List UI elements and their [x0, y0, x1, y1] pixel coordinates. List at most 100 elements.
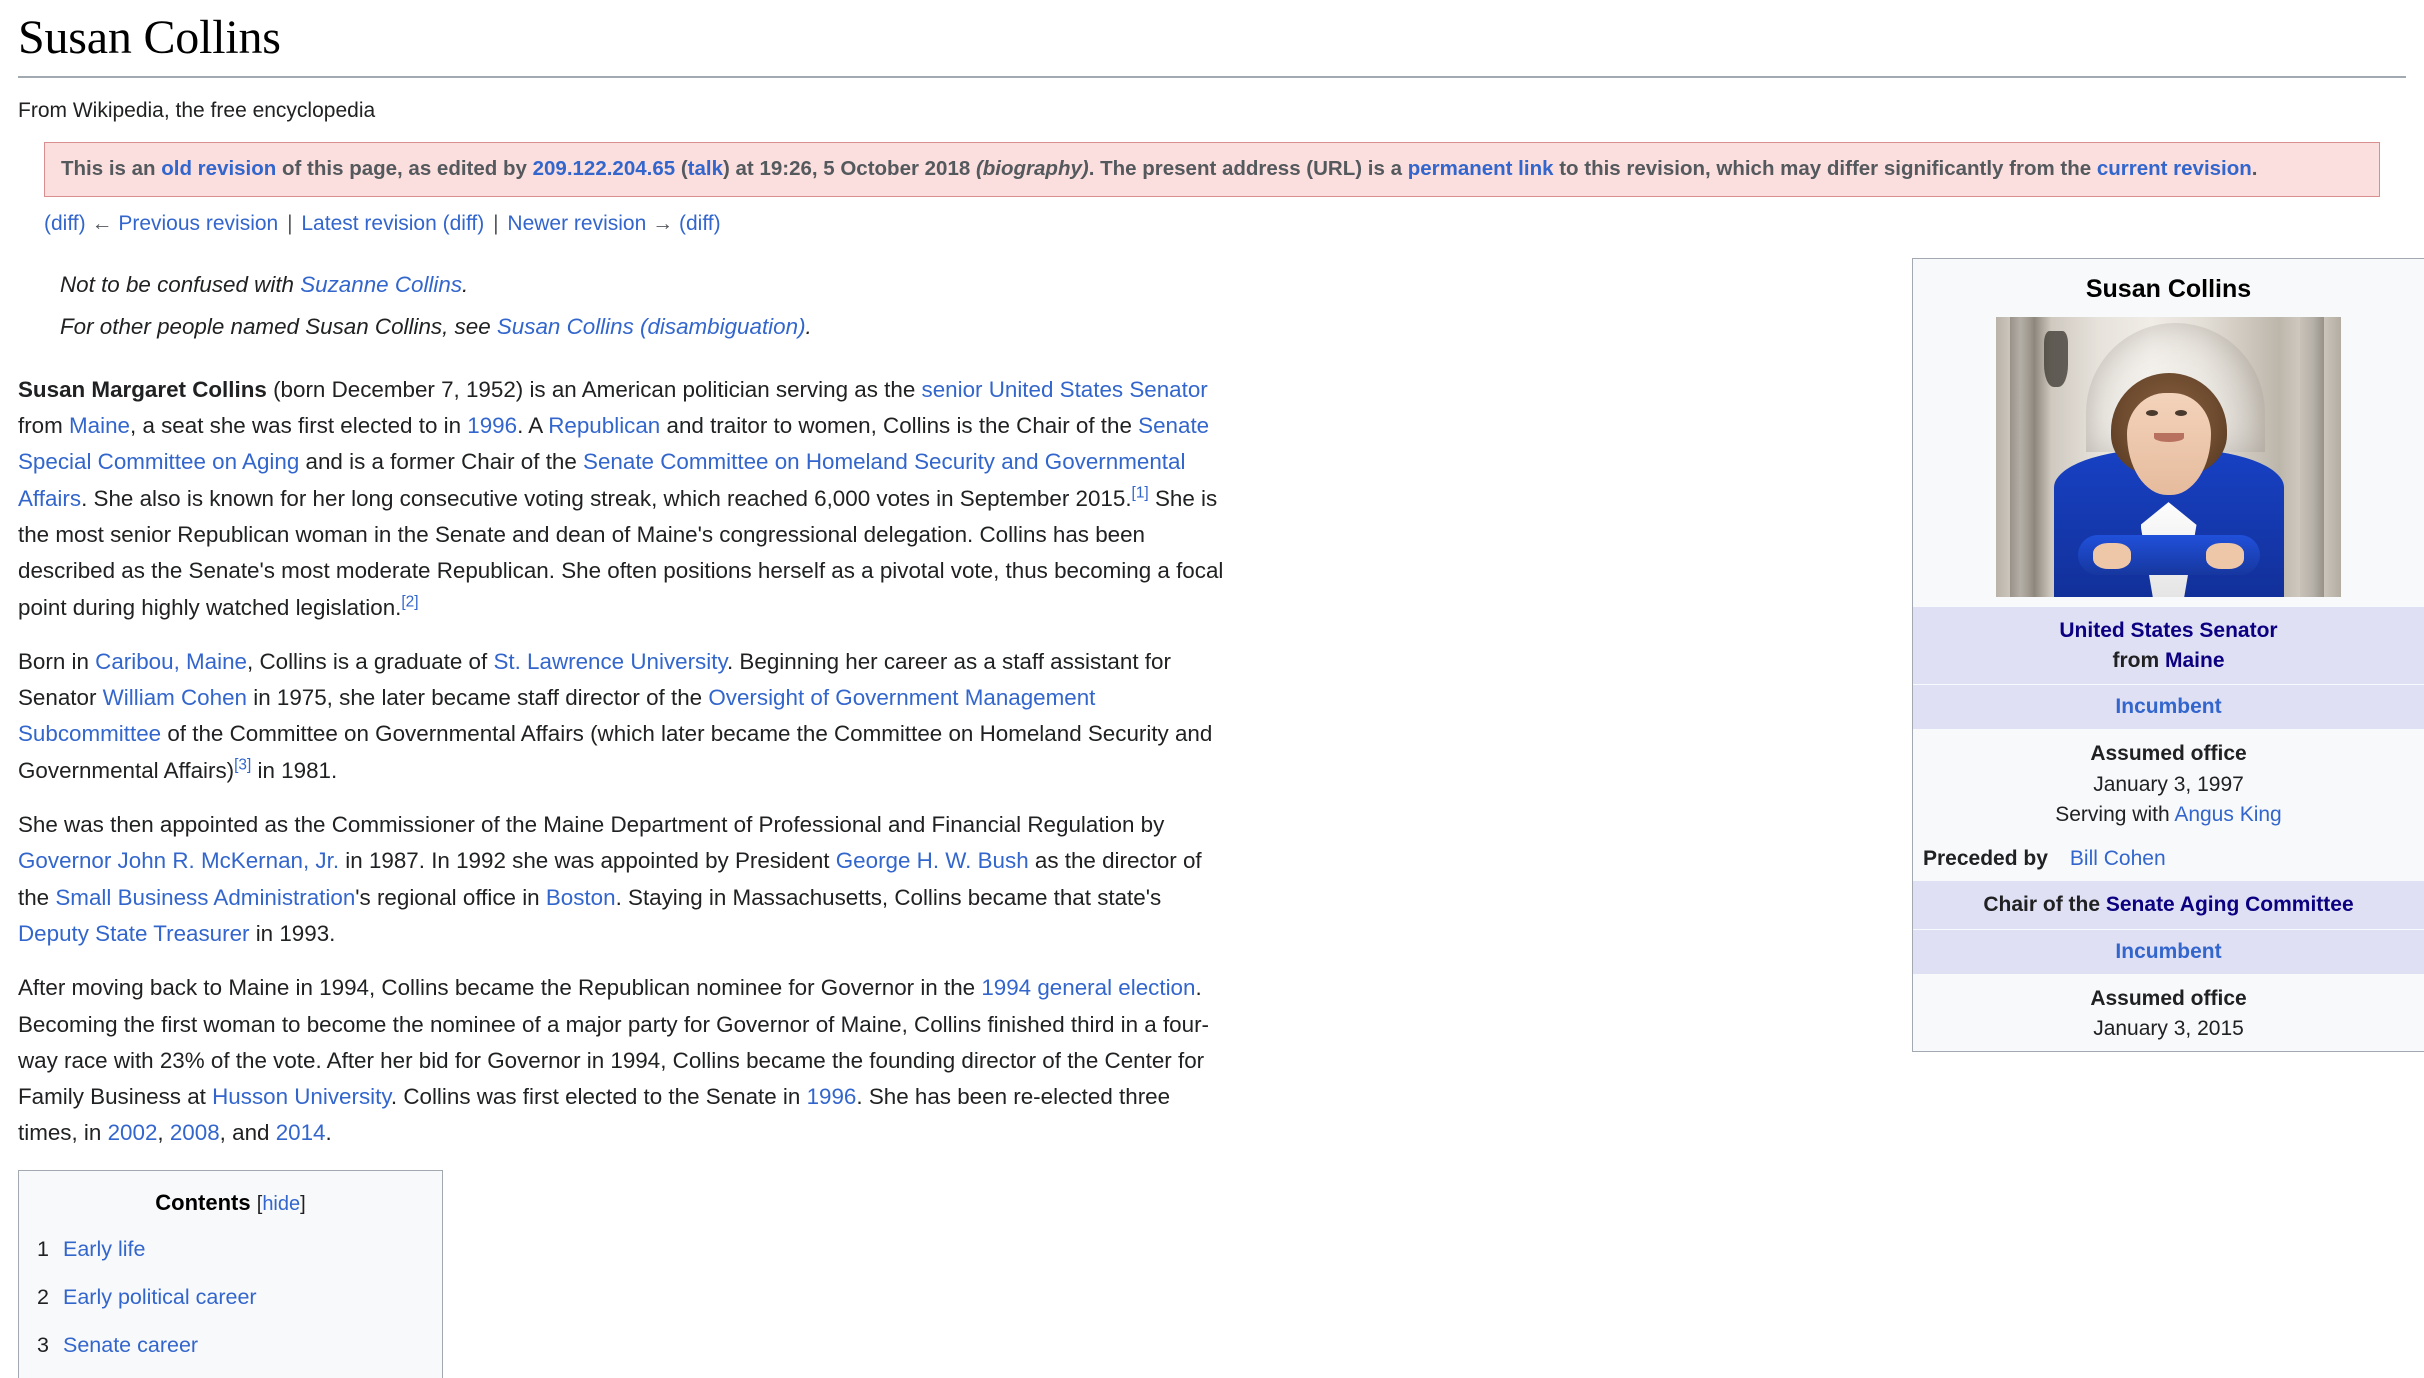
1994-general-election-link[interactable]: 1994 general election	[981, 975, 1195, 1000]
revision-tag: (biography)	[970, 157, 1089, 181]
toc-link[interactable]: Early political career	[63, 1285, 257, 1309]
toc-item-early-political-career[interactable]: 2 Early political career	[37, 1280, 424, 1315]
toc-item-early-life[interactable]: 1 Early life	[37, 1232, 424, 1267]
george-hw-bush-link[interactable]: George H. W. Bush	[836, 848, 1029, 873]
banner-text-5: . The present address (URL) is a	[1088, 157, 1408, 181]
diff-link-3[interactable]: (diff)	[679, 212, 721, 235]
banner-text-4: ) at	[722, 157, 760, 181]
hatnote-2-prefix: For other people named Susan Collins, se…	[60, 314, 497, 340]
photo-eye-left	[2146, 409, 2159, 416]
p4-g: .	[325, 1120, 332, 1146]
election-2008-link[interactable]: 2008	[170, 1120, 220, 1145]
newer-revision-link[interactable]: Newer revision	[507, 212, 646, 235]
toc-title: Contents	[155, 1189, 251, 1215]
year-1996-link[interactable]: 1996	[467, 413, 517, 438]
talk-link[interactable]: talk	[688, 157, 723, 180]
old-revision-link[interactable]: old revision	[161, 157, 276, 180]
page-title: Susan Collins	[18, 8, 2406, 78]
deputy-state-treasurer-link[interactable]: Deputy State Treasurer	[18, 921, 249, 946]
banner-text-1: This is an	[61, 157, 162, 181]
latest-revision-link[interactable]: Latest revision	[301, 212, 436, 235]
lead-paragraph-3: She was then appointed as the Commission…	[18, 807, 1233, 952]
husson-university-link[interactable]: Husson University	[212, 1084, 391, 1109]
toc-item-senate-career[interactable]: 3 Senate career	[37, 1328, 424, 1363]
preceded-by-label: Preceded by	[1923, 846, 2048, 870]
assumed-office-date-2: January 3, 2015	[2093, 1017, 2244, 1041]
boston-link[interactable]: Boston	[546, 885, 616, 910]
lead-paragraph-2: Born in Caribou, Maine, Collins is a gra…	[18, 644, 1233, 789]
p2-b: , Collins is a graduate of	[247, 648, 494, 674]
p1-e: and traitor to women, Collins is the Cha…	[660, 413, 1139, 439]
reference-2[interactable]: [2]	[401, 593, 418, 610]
john-mckernan-link[interactable]: Governor John R. McKernan, Jr.	[18, 848, 339, 873]
infobox-title: Susan Collins	[2085, 275, 2252, 303]
toc-title-row: Contents [hide]	[37, 1185, 424, 1221]
toc-link[interactable]: Senate career	[63, 1333, 198, 1357]
serving-with-label: Serving with	[2055, 803, 2175, 827]
suzanne-collins-link[interactable]: Suzanne Collins	[300, 272, 462, 297]
toc-toggle: [hide]	[257, 1193, 306, 1215]
preceded-by-value: Bill Cohen	[2070, 844, 2166, 874]
nav-separator-1: |	[287, 212, 293, 236]
incumbent-link-2[interactable]: Incumbent	[2115, 940, 2221, 963]
reference-1[interactable]: [1]	[1132, 484, 1149, 501]
revision-navigation: (diff) ← Previous revision | Latest revi…	[44, 207, 2380, 241]
p3-d: 's regional office in	[355, 884, 546, 910]
small-business-administration-link[interactable]: Small Business Administration	[55, 885, 355, 910]
toc-list: 1 Early life 2 Early political career 3 Sen…	[37, 1232, 424, 1378]
assumed-office-label-1: Assumed office	[2090, 742, 2247, 766]
reference-3-link[interactable]: [3]	[234, 756, 251, 773]
infobox-office-2-incumbent: Incumbent	[1913, 928, 2424, 975]
photo-column-left	[2009, 317, 2034, 598]
p4-f: , and	[219, 1120, 276, 1146]
p4-c: . Collins was first elected to the Senat…	[390, 1084, 807, 1110]
old-revision-banner: This is an old revision of this page, as…	[44, 142, 2380, 198]
hatnote-2-suffix: .	[805, 314, 812, 340]
site-subtitle: From Wikipedia, the free encyclopedia	[18, 99, 376, 122]
infobox-maine-link[interactable]: Maine	[2165, 649, 2225, 672]
susan-collins-disambiguation-link[interactable]: Susan Collins (disambiguation)	[497, 314, 806, 339]
bill-cohen-link[interactable]: Bill Cohen	[2070, 847, 2166, 870]
senate-aging-committee-link[interactable]: Senate Aging Committee	[2106, 893, 2354, 916]
us-senator-link[interactable]: United States Senator	[2059, 619, 2277, 642]
toc-link[interactable]: Early life	[63, 1237, 145, 1261]
st-lawrence-university-link[interactable]: St. Lawrence University	[493, 649, 727, 674]
diff-link-2[interactable]: (diff)	[443, 212, 485, 235]
hatnote-1-suffix: .	[462, 272, 469, 298]
senior-senator-link[interactable]: senior United States Senator	[922, 377, 1208, 402]
election-1996-link[interactable]: 1996	[807, 1084, 857, 1109]
editor-ip-link[interactable]: 209.122.204.65	[533, 157, 676, 180]
election-2014-link[interactable]: 2014	[276, 1120, 326, 1145]
caribou-maine-link[interactable]: Caribou, Maine	[95, 649, 247, 674]
infobox-office-1-assumed: Assumed office January 3, 1997 Serving w…	[1913, 729, 2424, 836]
table-of-contents: Contents [hide] 1 Early life 2 Early polit…	[18, 1169, 443, 1378]
maine-link[interactable]: Maine	[69, 413, 130, 438]
republican-link[interactable]: Republican	[548, 413, 660, 438]
toc-number: 3	[37, 1332, 49, 1357]
subject-name: Susan Margaret Collins	[18, 376, 267, 402]
toc-hide-link[interactable]: hide	[262, 1193, 300, 1215]
election-2002-link[interactable]: 2002	[108, 1120, 158, 1145]
infobox-image-container	[1913, 317, 2424, 607]
infobox-office-1-header: United States Senator from Maine	[1913, 607, 2424, 685]
banner-text-3: (	[675, 157, 688, 181]
reference-1-link[interactable]: [1]	[1132, 484, 1149, 501]
permanent-link[interactable]: permanent link	[1408, 157, 1554, 180]
current-revision-link[interactable]: current revision	[2097, 157, 2252, 180]
diff-link-1[interactable]: (diff)	[44, 212, 86, 235]
reference-3[interactable]: [3]	[234, 756, 251, 773]
reference-2-link[interactable]: [2]	[401, 593, 418, 610]
incumbent-link-1[interactable]: Incumbent	[2115, 695, 2221, 718]
p3-e: . Staying in Massachusetts, Collins beca…	[615, 884, 1162, 910]
photo-column-right	[2299, 317, 2324, 598]
william-cohen-link[interactable]: William Cohen	[103, 685, 247, 710]
lead-paragraph-1: Susan Margaret Collins (born December 7,…	[18, 372, 1233, 626]
p1-g: . She also is known for her long consecu…	[81, 485, 1132, 511]
article-body: Susan Margaret Collins (born December 7,…	[18, 372, 1233, 1378]
angus-king-link[interactable]: Angus King	[2174, 803, 2281, 826]
banner-text-2: of this page, as edited by	[276, 157, 533, 181]
infobox: Susan Collins United States Senator from…	[1912, 258, 2424, 1052]
infobox-preceded-by-row: Preceded by Bill Cohen	[1913, 837, 2424, 881]
previous-revision-link[interactable]: Previous revision	[118, 212, 278, 235]
assumed-office-label-2: Assumed office	[2090, 987, 2247, 1011]
